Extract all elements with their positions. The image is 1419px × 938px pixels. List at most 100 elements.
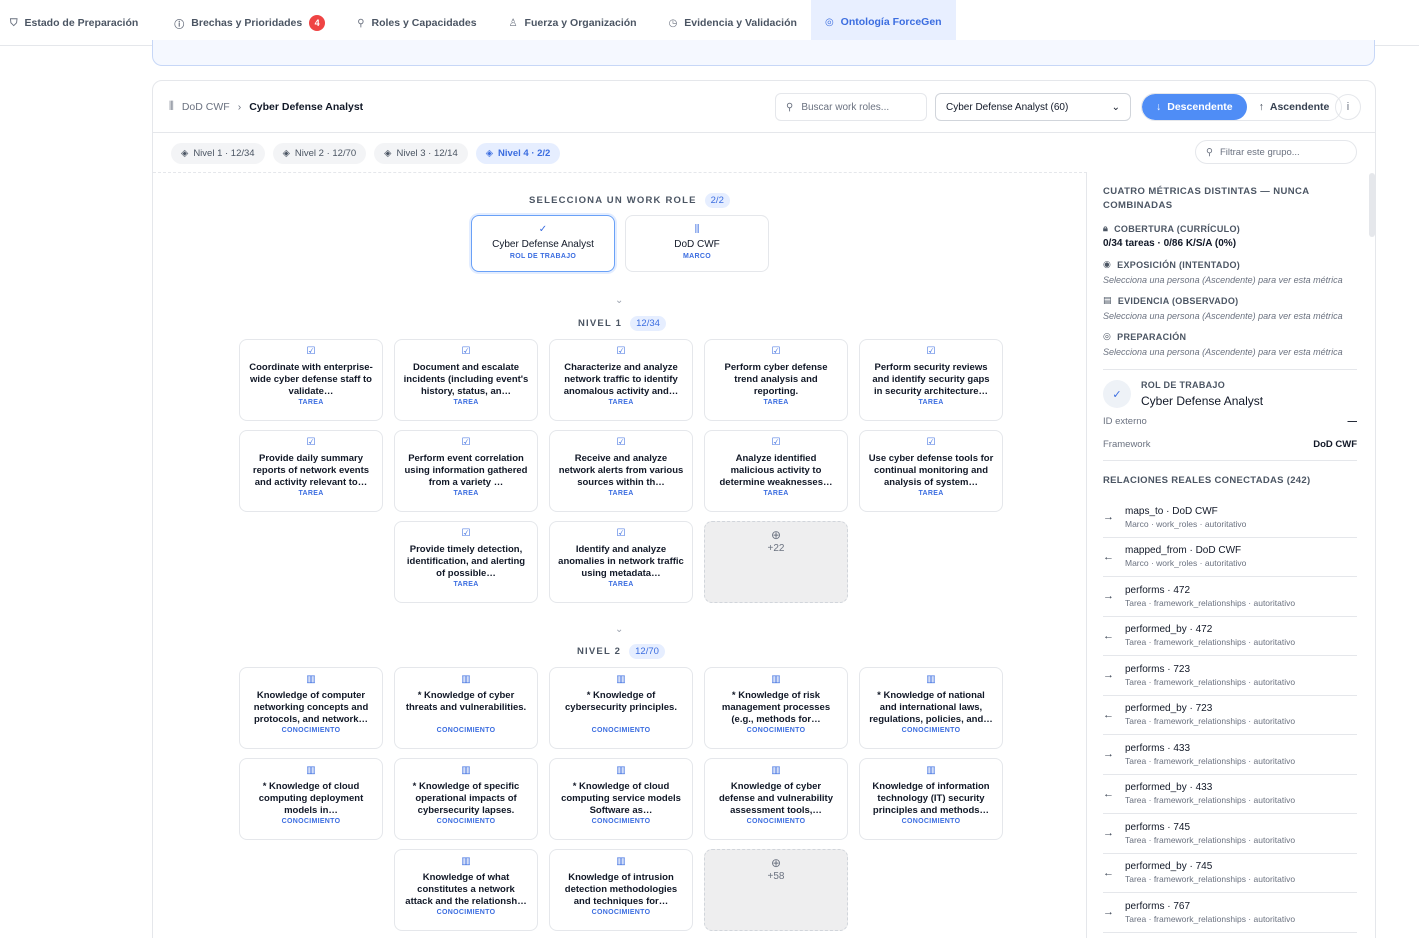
nivel1-card[interactable]: ☑ Document and escalate incidents (includ…: [394, 339, 538, 421]
relation-item[interactable]: → performs · 433 Tarea · framework_relatio…: [1103, 735, 1357, 775]
relation-title: maps_to · DoD CWF: [1125, 505, 1218, 517]
work-role-search-input[interactable]: ⚲ Buscar work roles...: [775, 93, 927, 121]
chevron-right-icon: ›: [237, 100, 242, 113]
info-button[interactable]: i: [1335, 94, 1361, 120]
relation-item[interactable]: ← performed_by · 472 Tarea · framework_rel…: [1103, 617, 1357, 656]
relation-item[interactable]: ← performed_by · 723 Tarea · framework_rel…: [1103, 696, 1357, 735]
metric-note: Selecciona una persona (Ascendente) para…: [1103, 275, 1343, 285]
selector-title-text: SELECCIONA UN WORK ROLE: [529, 195, 697, 206]
book-open-icon: ▥: [616, 856, 626, 867]
arrow-left-icon: ←: [1103, 708, 1114, 721]
select-value: Cyber Defense Analyst (60): [946, 101, 1069, 113]
work-role-card-cyber-defense-analyst[interactable]: ✓ Cyber Defense Analyst ROL DE TRABAJO: [471, 215, 615, 272]
check-badge-icon: ✓: [538, 224, 548, 235]
relation-item[interactable]: → performs · 472 Tarea · framework_relatio…: [1103, 577, 1357, 617]
nivel1-card[interactable]: ☑ Identify and analyze anomalies in netwo…: [549, 521, 693, 603]
nivel2-card[interactable]: ▥ * Knowledge of cloud computing service …: [549, 758, 693, 840]
clipboard-check-icon: ☑: [616, 528, 626, 539]
nivel2-card[interactable]: ▥ Knowledge of intrusion detection method…: [549, 849, 693, 931]
card-text: Provide daily summary reports of network…: [252, 453, 370, 488]
level-chip-1[interactable]: ◈ Nivel 1 · 12/34: [171, 143, 265, 164]
sidebar-scrollbar[interactable]: [1369, 173, 1375, 237]
clipboard-check-icon: ☑: [771, 437, 781, 448]
card-text: Knowledge of information technology (IT)…: [872, 781, 990, 816]
card-type: CONOCIMIENTO: [436, 818, 496, 825]
chevron-down-icon: ⌄: [615, 295, 624, 306]
relation-title: performed_by · 723: [1125, 703, 1213, 715]
nivel2-count: 12/70: [629, 644, 665, 659]
relations-list: → maps_to · DoD CWF Marco · work_roles · a…: [1103, 498, 1357, 933]
nivel1-card[interactable]: ☑ Characterize and analyze network traffi…: [549, 339, 693, 421]
nivel2-card[interactable]: ▥ Knowledge of information technology (IT…: [859, 758, 1003, 840]
metric-label: EVIDENCIA (OBSERVADO): [1117, 295, 1239, 306]
breadcrumb-root[interactable]: DoD CWF: [182, 101, 230, 113]
plus-circle-icon: ⊕: [770, 528, 782, 542]
nivel2-card[interactable]: ▥ * Knowledge of risk management processe…: [704, 667, 848, 749]
relation-title: performs · 472: [1125, 584, 1191, 596]
clipboard-check-icon: ☑: [771, 346, 781, 357]
relation-item[interactable]: ← performed_by · 745 Tarea · framework_rel…: [1103, 854, 1357, 893]
role-summary: ✓ ROL DE TRABAJO Cyber Defense Analyst: [1103, 380, 1357, 408]
relation-item[interactable]: ← mapped_from · DoD CWF Marco · work_roles…: [1103, 538, 1357, 577]
card-text: * Knowledge of cloud computing deploymen…: [258, 781, 364, 816]
nivel1-card[interactable]: ☑ Perform cyber defense trend analysis an…: [704, 339, 848, 421]
card-type: TAREA: [298, 490, 324, 497]
relation-title: performed_by · 433: [1125, 782, 1213, 794]
arrow-right-icon: →: [1103, 748, 1114, 761]
clipboard-check-icon: ☑: [461, 437, 471, 448]
arrow-left-icon: ←: [1103, 787, 1114, 800]
layers-icon: ◈: [384, 148, 392, 159]
level-chip-4[interactable]: ◈ Nivel 4 · 2/2: [475, 143, 561, 164]
card-type: CONOCIMIENTO: [746, 818, 806, 825]
tab-estado-preparacion[interactable]: ⛉ Estado de Preparación: [0, 0, 152, 46]
nivel2-card[interactable]: ▥ * Knowledge of national and internation…: [859, 667, 1003, 749]
group-filter-input[interactable]: ⚲ Filtrar este grupo...: [1195, 140, 1357, 164]
descendente-button[interactable]: ↓ Descendente: [1142, 94, 1247, 120]
work-role-card-dod-cwf[interactable]: ⫼ DoD CWF MARCO: [625, 215, 769, 272]
card-text: Document and escalate incidents (includi…: [403, 362, 529, 397]
nivel2-card[interactable]: ▥ Knowledge of cyber defense and vulnerab…: [704, 758, 848, 840]
arrow-right-icon: →: [1103, 669, 1114, 682]
nivel1-card[interactable]: ☑ Coordinate with enterprise-wide cyber d…: [239, 339, 383, 421]
layers-icon: ◈: [181, 148, 189, 159]
relation-item[interactable]: → maps_to · DoD CWF Marco · work_roles · a…: [1103, 498, 1357, 538]
metric-label: EXPOSICIÓN (INTENTADO): [1117, 259, 1241, 270]
external-id-row: ID externo —: [1103, 416, 1357, 427]
card-text: Perform event correlation using informat…: [404, 453, 528, 488]
card-text: Knowledge of cyber defense and vulnerabi…: [718, 781, 834, 816]
nivel2-card[interactable]: ▥ * Knowledge of cloud computing deployme…: [239, 758, 383, 840]
nivel2-card[interactable]: ▥ Knowledge of computer networking concep…: [239, 667, 383, 749]
external-id-label: ID externo: [1103, 416, 1147, 427]
nivel1-card[interactable]: ☑ Provide timely detection, identificatio…: [394, 521, 538, 603]
target-icon: ◎: [1103, 331, 1112, 341]
card-type: TAREA: [298, 399, 324, 406]
relation-title: performs · 767: [1125, 900, 1191, 912]
relation-item[interactable]: → performs · 723 Tarea · framework_relatio…: [1103, 656, 1357, 696]
nivel2-title-text: NIVEL 2: [577, 646, 622, 657]
nivel1-card[interactable]: ☑ Analyze identified malicious activity t…: [704, 430, 848, 512]
level-chip-3[interactable]: ◈ Nivel 3 · 12/14: [374, 143, 468, 164]
clipboard-check-icon: ☑: [306, 346, 316, 357]
nivel2-more-button[interactable]: ⊕ +58: [704, 849, 848, 931]
level-chip-2[interactable]: ◈ Nivel 2 · 12/70: [272, 143, 367, 164]
card-type: CONOCIMIENTO: [591, 909, 651, 916]
nivel2-card[interactable]: ▥ * Knowledge of specific operational imp…: [394, 758, 538, 840]
relation-item[interactable]: ← performed_by · 433 Tarea · framework_rel…: [1103, 775, 1357, 814]
level-chip-label: Nivel 3 · 12/14: [396, 148, 458, 159]
nivel1-card[interactable]: ☑ Perform event correlation using informa…: [394, 430, 538, 512]
nivel2-card[interactable]: ▥ Knowledge of what constitutes a network…: [394, 849, 538, 931]
nivel1-card[interactable]: ☑ Perform security reviews and identify s…: [859, 339, 1003, 421]
relation-item[interactable]: → performs · 767 Tarea · framework_relatio…: [1103, 893, 1357, 933]
nivel2-card[interactable]: ▥ * Knowledge of cybersecurity principles…: [549, 667, 693, 749]
external-id-value: —: [1347, 416, 1358, 427]
relation-item[interactable]: → performs · 745 Tarea · framework_relatio…: [1103, 814, 1357, 854]
ascendente-button[interactable]: ↑ Ascendente: [1247, 94, 1342, 120]
nivel1-card[interactable]: ☑ Provide daily summary reports of networ…: [239, 430, 383, 512]
arrow-up-icon: ↑: [1258, 101, 1264, 113]
nivel1-more-button[interactable]: ⊕ +22: [704, 521, 848, 603]
work-role-select[interactable]: Cyber Defense Analyst (60) ⌄: [935, 93, 1131, 121]
nivel1-card[interactable]: ☑ Receive and analyze network alerts from…: [549, 430, 693, 512]
nivel1-card[interactable]: ☑ Use cyber defense tools for continual m…: [859, 430, 1003, 512]
nivel2-card[interactable]: ▥ * Knowledge of cyber threats and vulner…: [394, 667, 538, 749]
nivel2-title: NIVEL 2 12/70: [577, 644, 665, 659]
